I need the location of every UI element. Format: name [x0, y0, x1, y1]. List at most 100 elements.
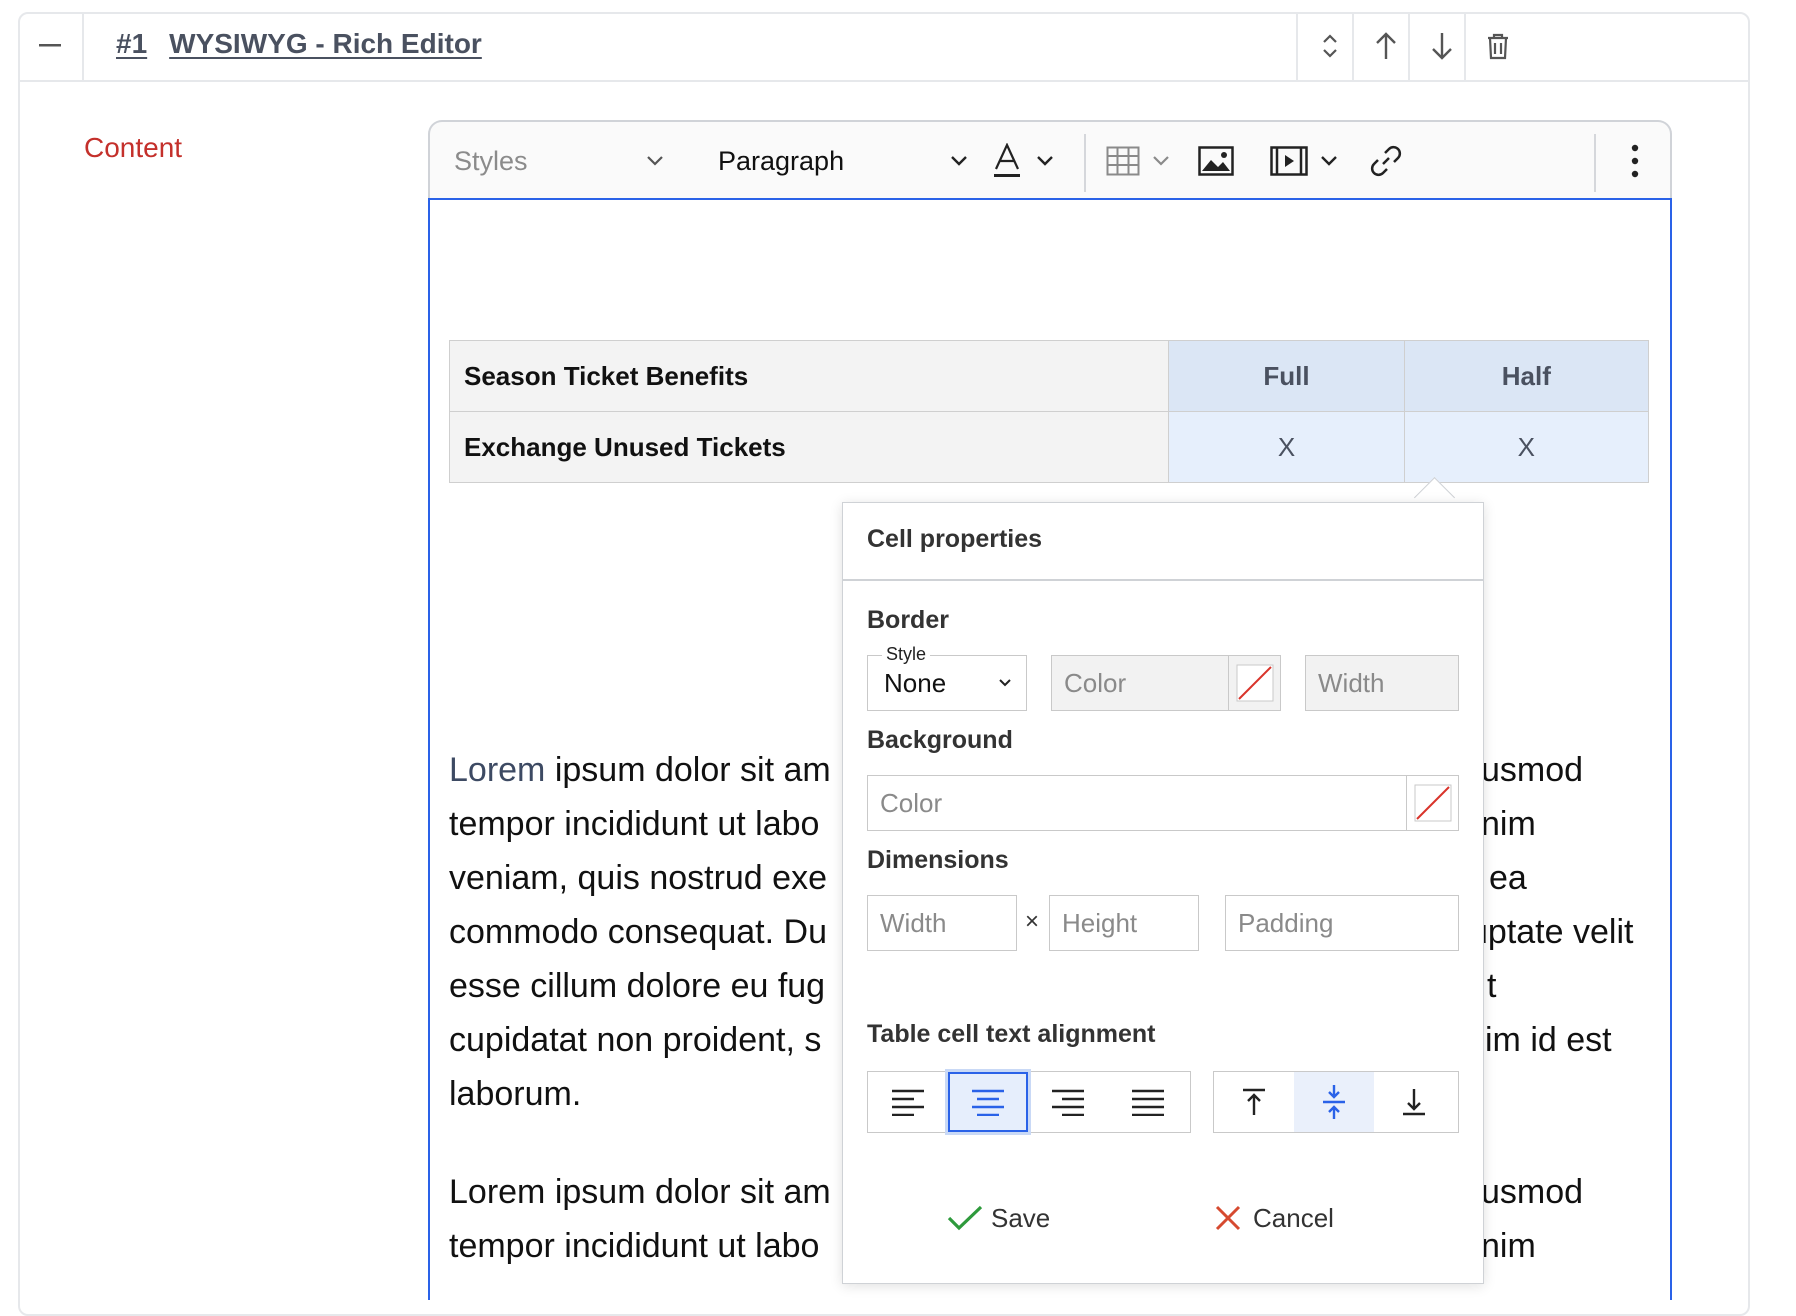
text-link[interactable]: Lorem	[449, 751, 545, 789]
dimension-separator: ×	[1025, 908, 1040, 935]
table-cell[interactable]: Full	[1168, 340, 1405, 412]
insert-image-button[interactable]	[1198, 122, 1238, 200]
heading-dropdown[interactable]: Paragraph	[718, 122, 968, 200]
styles-dropdown-value: Styles	[454, 145, 528, 176]
cell-padding-placeholder: Padding	[1238, 907, 1334, 938]
text-fragment: laborum.	[449, 1075, 582, 1113]
table-cell-text: Exchange Unused Tickets	[464, 431, 786, 462]
horizontal-alignment-group	[867, 1071, 1191, 1133]
panel-title: Cell properties	[867, 525, 1043, 553]
block-header: #1 WYSIWYG - Rich Editor	[18, 12, 1748, 82]
cell-properties-panel: Cell properties Border Style None Color …	[842, 502, 1484, 1284]
align-bottom-icon	[1403, 1089, 1425, 1116]
background-color-placeholder: Color	[880, 787, 943, 818]
border-color-swatch[interactable]	[1228, 655, 1280, 711]
chevron-down-icon	[647, 156, 663, 166]
toolbar-separator	[1594, 134, 1596, 192]
table-header-row: Season Ticket Benefits Full Half	[448, 340, 1650, 412]
trash-icon	[1488, 33, 1508, 60]
chevron-down-icon	[951, 156, 967, 166]
border-style-select[interactable]: Style None	[867, 644, 1027, 711]
cell-width-input[interactable]: Width	[867, 895, 1017, 951]
border-color-placeholder: Color	[1064, 667, 1127, 698]
text-fragment: Lorem ipsum dolor sit am	[449, 1173, 831, 1211]
align-right-button[interactable]	[1028, 1072, 1108, 1132]
media-icon	[1270, 146, 1308, 176]
block-title-link[interactable]: #1 WYSIWYG - Rich Editor	[116, 28, 504, 60]
cell-height-input[interactable]: Height	[1049, 895, 1199, 951]
dimensions-section-label: Dimensions	[867, 846, 1009, 874]
heading-dropdown-value: Paragraph	[718, 145, 845, 176]
table-cell[interactable]: Half	[1403, 340, 1650, 412]
align-right-icon	[1052, 1089, 1084, 1116]
border-color-input[interactable]: Color	[1051, 655, 1281, 711]
table-cell[interactable]: Season Ticket Benefits	[448, 340, 1170, 412]
align-middle-button[interactable]	[1294, 1072, 1374, 1132]
border-width-input[interactable]: Width	[1305, 655, 1459, 711]
block-title: WYSIWYG - Rich Editor	[169, 28, 482, 59]
align-justify-button[interactable]	[1108, 1072, 1188, 1132]
table-cell-text: Season Ticket Benefits	[464, 360, 749, 391]
text-fragment: commodo consequat. Du	[449, 913, 827, 951]
link-icon	[1370, 145, 1402, 177]
text-fragment: uptate velit	[1469, 913, 1634, 951]
align-justify-icon	[1132, 1089, 1164, 1116]
insert-link-button[interactable]	[1370, 122, 1410, 200]
delete-button[interactable]	[1464, 12, 1530, 80]
chevron-down-icon	[1037, 156, 1053, 166]
cell-padding-input[interactable]: Padding	[1225, 895, 1459, 951]
background-color-input[interactable]: Color	[867, 775, 1459, 831]
arrow-down-icon	[1432, 33, 1452, 60]
cancel-button[interactable]: Cancel	[1215, 1193, 1334, 1243]
cancel-label: Cancel	[1253, 1202, 1334, 1233]
text-fragment: t	[1487, 967, 1497, 1005]
table-cell-text: X	[1517, 431, 1535, 462]
text-fragment: ea	[1489, 859, 1527, 897]
font-color-icon	[994, 143, 1020, 177]
styles-dropdown[interactable]: Styles	[454, 122, 664, 200]
check-icon	[947, 1205, 983, 1231]
panel-divider	[843, 579, 1483, 581]
table-cell-text: Full	[1263, 360, 1310, 391]
text-fragment: usmod	[1481, 1173, 1584, 1211]
save-label: Save	[991, 1202, 1051, 1233]
table-cell[interactable]: Exchange Unused Tickets	[448, 411, 1170, 483]
text-fragment: cupidatat non proident, s	[449, 1021, 822, 1059]
font-color-button[interactable]	[992, 122, 1072, 200]
content-table[interactable]: Season Ticket Benefits Full Half Exchang…	[448, 340, 1650, 483]
align-center-button[interactable]	[948, 1072, 1028, 1132]
border-section-label: Border	[867, 606, 949, 634]
text-fragment: tempor incididunt ut labo	[449, 805, 820, 843]
align-top-button[interactable]	[1214, 1072, 1294, 1132]
text-fragment: tempor incididunt ut labo	[449, 1227, 820, 1265]
insert-table-button[interactable]	[1106, 122, 1180, 200]
background-section-label: Background	[867, 726, 1013, 754]
align-left-icon	[892, 1089, 924, 1116]
cell-height-placeholder: Height	[1062, 907, 1138, 938]
text-fragment: ipsum dolor sit am	[545, 751, 831, 789]
collapse-button[interactable]	[18, 12, 84, 80]
text-fragment: veniam, quis nostrud exe	[449, 859, 827, 897]
align-bottom-button[interactable]	[1374, 1072, 1454, 1132]
insert-media-button[interactable]	[1270, 122, 1350, 200]
table-cell-selected[interactable]: X	[1403, 411, 1650, 483]
chevron-down-icon	[1321, 156, 1337, 166]
block-index: #1	[116, 28, 148, 59]
border-width-placeholder: Width	[1318, 667, 1385, 698]
editor-toolbar: Styles Paragraph	[428, 120, 1672, 200]
table-cell-text: Half	[1501, 360, 1551, 391]
text-fragment: im id est	[1485, 1021, 1612, 1059]
text-fragment: nim	[1481, 1227, 1536, 1265]
border-style-value: None	[884, 667, 947, 698]
background-color-swatch[interactable]	[1406, 775, 1458, 831]
save-button[interactable]: Save	[947, 1193, 1050, 1243]
align-top-icon	[1243, 1088, 1265, 1115]
minus-icon	[39, 44, 61, 47]
vertical-alignment-group	[1213, 1071, 1459, 1133]
table-cell-selected[interactable]: X	[1168, 411, 1405, 483]
more-options-button[interactable]	[1620, 122, 1650, 200]
align-center-icon	[972, 1089, 1004, 1116]
border-style-label: Style	[882, 644, 931, 665]
chevron-up-down-icon	[1323, 34, 1337, 58]
align-left-button[interactable]	[868, 1072, 948, 1132]
